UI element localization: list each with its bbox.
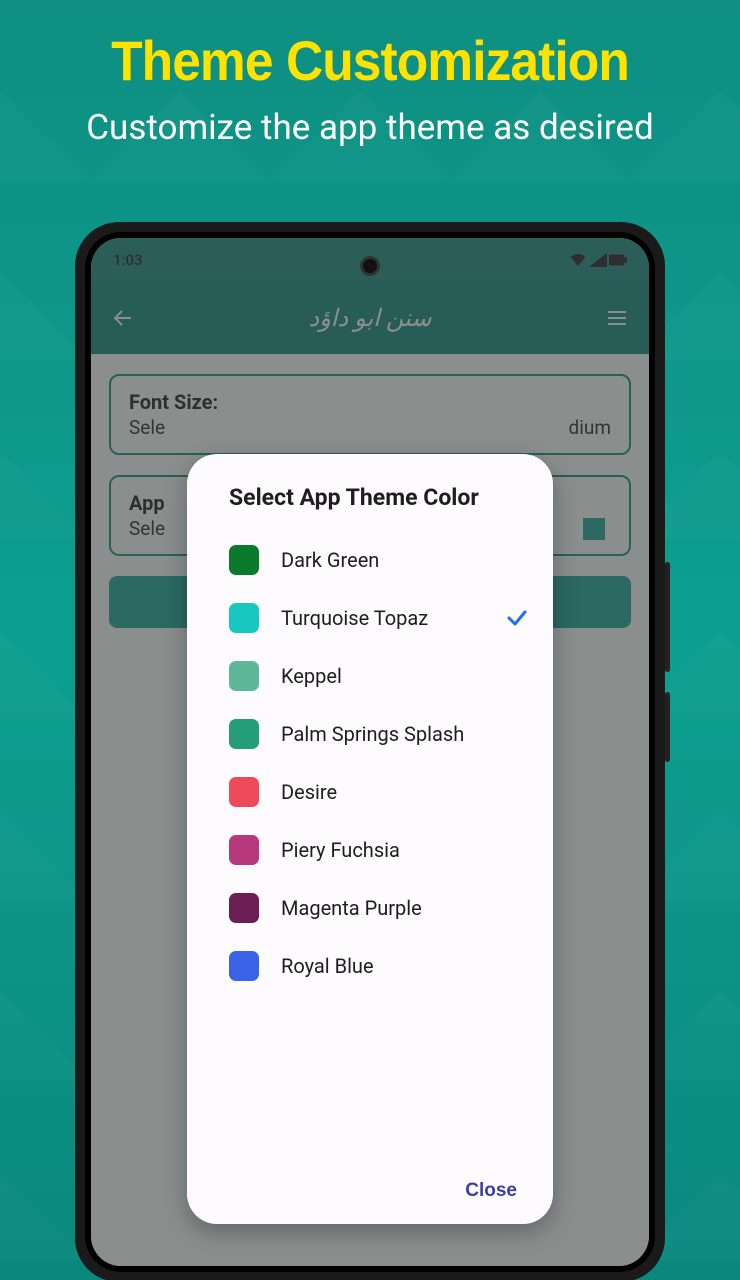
phone-side-button bbox=[665, 692, 670, 762]
theme-option-label: Desire bbox=[281, 780, 529, 805]
color-swatch bbox=[229, 835, 259, 865]
camera-cutout bbox=[360, 256, 380, 276]
phone-screen: 1:03 سنن ابو داؤد Font Size: Sele bbox=[91, 238, 649, 1266]
theme-option-label: Dark Green bbox=[281, 548, 529, 573]
color-swatch bbox=[229, 719, 259, 749]
theme-option-label: Turquoise Topaz bbox=[281, 606, 483, 631]
theme-option[interactable]: Magenta Purple bbox=[215, 879, 541, 937]
promo-subtitle: Customize the app theme as desired bbox=[0, 107, 740, 148]
theme-color-dialog: Select App Theme Color Dark Green Turquoi… bbox=[187, 454, 553, 1224]
theme-option[interactable]: Turquoise Topaz bbox=[215, 589, 541, 647]
theme-option-label: Magenta Purple bbox=[281, 896, 529, 921]
theme-option-label: Piery Fuchsia bbox=[281, 838, 529, 863]
theme-option-label: Keppel bbox=[281, 664, 529, 689]
color-swatch bbox=[229, 545, 259, 575]
theme-option[interactable]: Palm Springs Splash bbox=[215, 705, 541, 763]
color-swatch bbox=[229, 603, 259, 633]
theme-option[interactable]: Keppel bbox=[215, 647, 541, 705]
color-swatch bbox=[229, 951, 259, 981]
close-button[interactable]: Close bbox=[461, 1172, 521, 1210]
color-swatch bbox=[229, 777, 259, 807]
theme-option[interactable]: Dark Green bbox=[215, 531, 541, 589]
promo-title: Theme Customization bbox=[30, 0, 711, 93]
color-swatch bbox=[229, 661, 259, 691]
theme-options-list: Dark Green Turquoise Topaz Keppel Palm Spri… bbox=[215, 531, 541, 1166]
phone-side-button bbox=[665, 562, 670, 672]
phone-frame: 1:03 سنن ابو داؤد Font Size: Sele bbox=[75, 222, 665, 1280]
dialog-title: Select App Theme Color bbox=[229, 484, 541, 511]
theme-option-label: Royal Blue bbox=[281, 954, 529, 979]
check-icon bbox=[505, 606, 529, 630]
theme-option-label: Palm Springs Splash bbox=[281, 722, 529, 747]
color-swatch bbox=[229, 893, 259, 923]
theme-option[interactable]: Piery Fuchsia bbox=[215, 821, 541, 879]
theme-option[interactable]: Desire bbox=[215, 763, 541, 821]
theme-option[interactable]: Royal Blue bbox=[215, 937, 541, 995]
